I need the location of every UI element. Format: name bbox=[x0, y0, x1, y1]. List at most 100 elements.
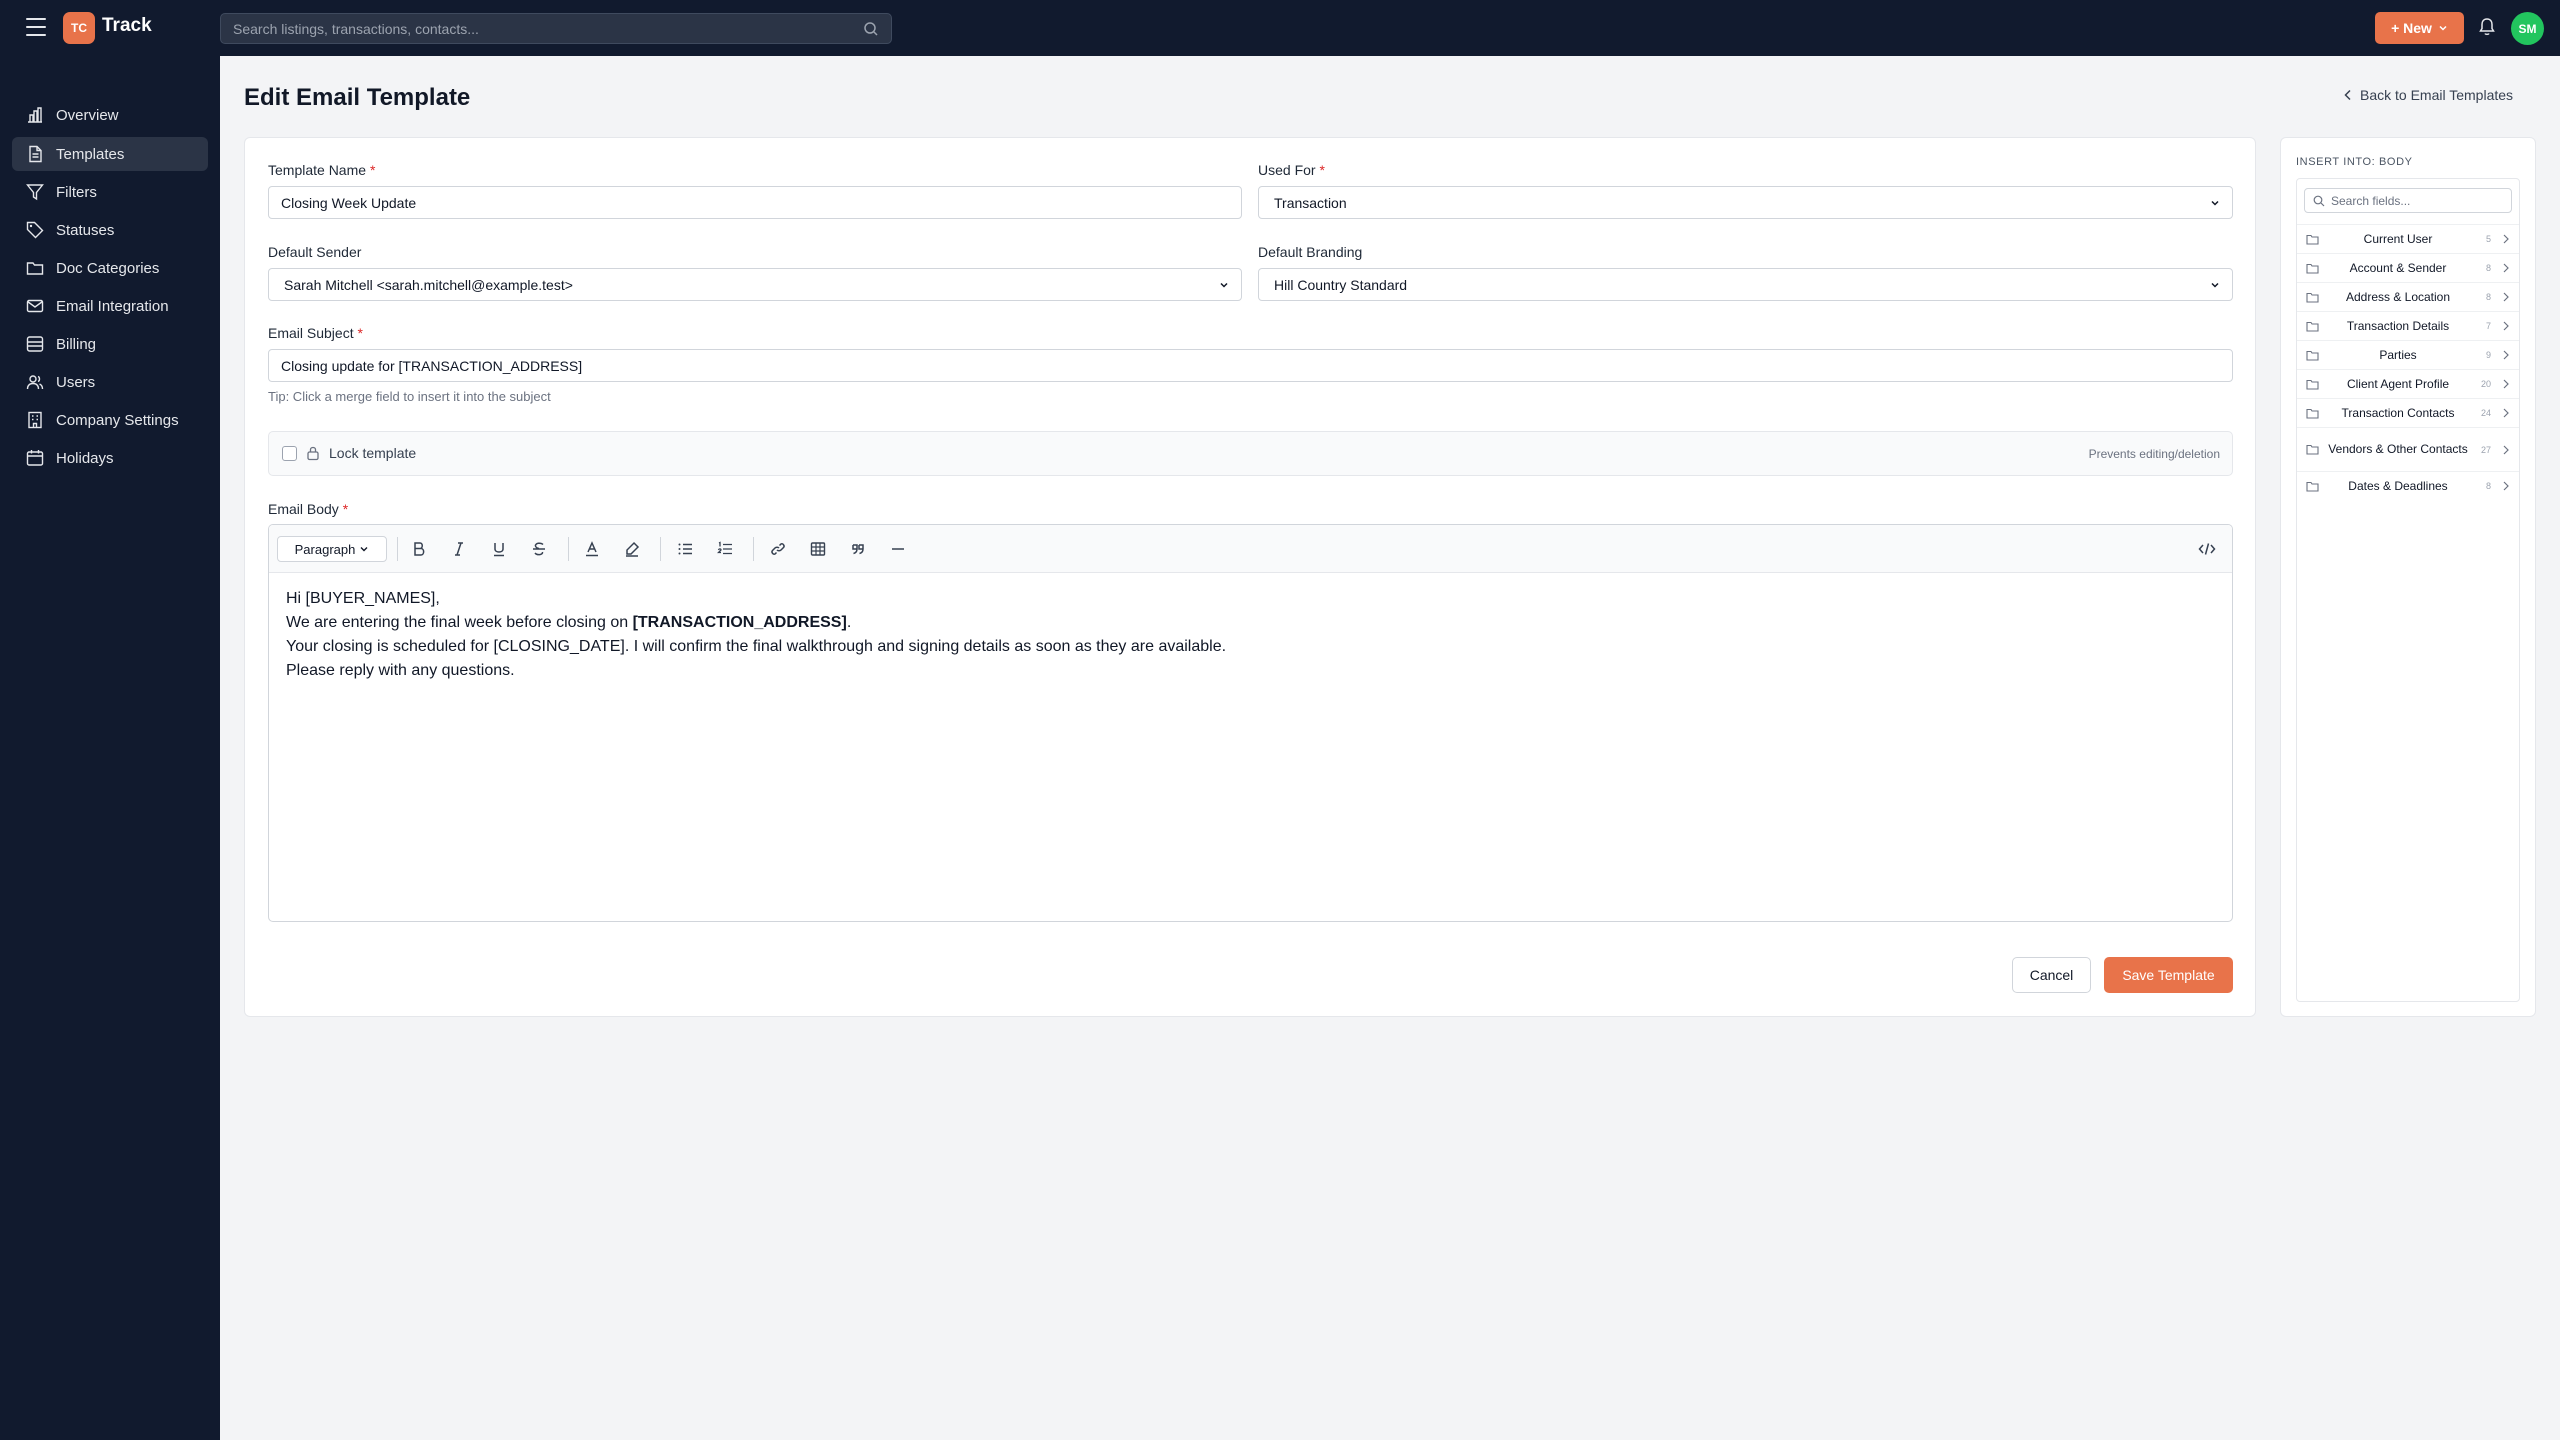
chevron-right-icon bbox=[2503, 350, 2509, 360]
default-sender-label: Default Sender bbox=[268, 244, 362, 260]
chevron-down-icon bbox=[2211, 282, 2219, 288]
table-icon bbox=[810, 542, 826, 556]
toolbar-divider bbox=[753, 537, 754, 561]
chevron-right-icon bbox=[2503, 263, 2509, 273]
field-group-row[interactable]: Client Agent Profile 20 bbox=[2297, 369, 2519, 398]
sidebar-item-doc-categories[interactable]: Doc Categories bbox=[12, 251, 208, 285]
email-body-editor: Paragraph Hi [BUYER_NAMES], We are enter… bbox=[268, 524, 2233, 922]
search-input[interactable] bbox=[221, 14, 891, 43]
used-for-value: Transaction bbox=[1274, 194, 1347, 211]
editor-toolbar: Paragraph bbox=[269, 525, 2232, 573]
lock-template-note: Prevents editing/deletion bbox=[2088, 447, 2220, 461]
field-group-count: 7 bbox=[2485, 321, 2491, 331]
chevron-down-icon bbox=[2211, 200, 2219, 206]
italic-button[interactable] bbox=[447, 537, 471, 561]
field-group-row[interactable]: Parties 9 bbox=[2297, 340, 2519, 369]
back-to-email-templates-link[interactable]: Back to Email Templates bbox=[2344, 87, 2513, 103]
global-search[interactable] bbox=[220, 13, 892, 44]
field-group-name: Parties bbox=[2379, 347, 2417, 362]
chevron-right-icon bbox=[2503, 292, 2509, 302]
field-group-name: Current User bbox=[2363, 231, 2433, 246]
horizontal-rule-icon bbox=[892, 548, 904, 550]
user-avatar[interactable]: SM bbox=[2511, 12, 2544, 45]
sidebar-item-label: Overview bbox=[56, 106, 119, 124]
folder-icon bbox=[2306, 321, 2319, 332]
lock-template-checkbox[interactable] bbox=[282, 446, 297, 461]
source-code-button[interactable] bbox=[2195, 537, 2219, 561]
default-branding-label: Default Branding bbox=[1258, 244, 1363, 260]
field-search-input[interactable] bbox=[2331, 193, 2501, 208]
bullet-list-button[interactable] bbox=[673, 537, 697, 561]
email-subject-field[interactable] bbox=[268, 349, 2233, 382]
template-name-label: Template Name * bbox=[268, 162, 375, 178]
bold-button[interactable] bbox=[407, 537, 431, 561]
field-group-row[interactable]: Vendors & Other Contacts 27 bbox=[2297, 427, 2519, 471]
field-group-count: 24 bbox=[2480, 408, 2491, 418]
field-group-name: Dates & Deadlines bbox=[2348, 478, 2448, 493]
text-color-button[interactable] bbox=[580, 537, 604, 561]
field-group-row[interactable]: Dates & Deadlines 8 bbox=[2297, 471, 2519, 500]
folder-icon bbox=[2306, 481, 2319, 492]
email-body-label: Email Body * bbox=[268, 501, 348, 517]
menu-icon[interactable] bbox=[26, 18, 46, 36]
sidebar-item-statuses[interactable]: Statuses bbox=[12, 213, 208, 247]
blockquote-button[interactable] bbox=[846, 537, 870, 561]
sidebar-item-email-integration[interactable]: Email Integration bbox=[12, 289, 208, 323]
sidebar-item-label: Holidays bbox=[56, 449, 114, 467]
field-search[interactable] bbox=[2304, 188, 2512, 213]
chevron-right-icon bbox=[2503, 481, 2509, 491]
bold-icon bbox=[414, 542, 425, 556]
strikethrough-button[interactable] bbox=[527, 537, 551, 561]
template-name-field[interactable] bbox=[268, 186, 1242, 219]
sidebar-item-users[interactable]: Users bbox=[12, 365, 208, 399]
bell-icon[interactable] bbox=[2478, 17, 2496, 37]
new-button[interactable]: + New bbox=[2375, 12, 2464, 44]
horizontal-rule-button[interactable] bbox=[886, 537, 910, 561]
bullet-list-icon bbox=[678, 543, 692, 555]
field-group-row[interactable]: Account & Sender 8 bbox=[2297, 253, 2519, 282]
underline-button[interactable] bbox=[487, 537, 511, 561]
chevron-down-icon bbox=[2439, 25, 2447, 31]
sidebar-item-label: Statuses bbox=[56, 221, 115, 239]
default-branding-select[interactable]: Hill Country Standard bbox=[1258, 268, 2233, 301]
field-group-row[interactable]: Transaction Details 7 bbox=[2297, 311, 2519, 340]
folder-icon bbox=[2306, 263, 2319, 274]
used-for-select[interactable]: Transaction bbox=[1258, 186, 2233, 219]
sidebar: Overview Templates Filters Statuses Doc … bbox=[0, 56, 220, 1440]
field-group-row[interactable]: Address & Location 8 bbox=[2297, 282, 2519, 311]
numbered-list-icon bbox=[717, 541, 732, 555]
sidebar-item-label: Company Settings bbox=[56, 411, 179, 429]
cancel-button[interactable]: Cancel bbox=[2012, 957, 2091, 993]
text-color-icon bbox=[586, 541, 598, 557]
sidebar-item-billing[interactable]: Billing bbox=[12, 327, 208, 361]
template-name-label-text: Template Name bbox=[268, 162, 367, 178]
lock-icon bbox=[307, 446, 319, 461]
app-name: Track bbox=[102, 15, 152, 36]
default-sender-select[interactable]: Sarah Mitchell <sarah.mitchell@example.t… bbox=[268, 268, 1242, 301]
sidebar-item-templates[interactable]: Templates bbox=[12, 137, 208, 171]
email-subject-input[interactable] bbox=[281, 357, 2220, 374]
paragraph-format-select[interactable]: Paragraph bbox=[277, 536, 387, 562]
link-button[interactable] bbox=[766, 537, 790, 561]
sidebar-item-filters[interactable]: Filters bbox=[12, 175, 208, 209]
numbered-list-button[interactable] bbox=[713, 537, 737, 561]
field-group-row[interactable]: Transaction Contacts 24 bbox=[2297, 398, 2519, 427]
email-body-content[interactable]: Hi [BUYER_NAMES], We are entering the fi… bbox=[286, 587, 2215, 683]
sidebar-item-overview[interactable]: Overview bbox=[12, 98, 208, 132]
table-button[interactable] bbox=[806, 537, 830, 561]
sidebar-item-label: Templates bbox=[56, 145, 125, 163]
field-group-row[interactable]: Current User 5 bbox=[2297, 224, 2519, 253]
template-name-input[interactable] bbox=[281, 194, 1229, 211]
field-group-name: Vendors & Other Contacts bbox=[2328, 442, 2468, 456]
highlight-button[interactable] bbox=[620, 537, 644, 561]
field-group-count: 27 bbox=[2480, 444, 2491, 455]
merge-field-bold: [TRANSACTION_ADDRESS] bbox=[632, 614, 847, 631]
save-template-button[interactable]: Save Template bbox=[2104, 957, 2233, 993]
sidebar-item-company-settings[interactable]: Company Settings bbox=[12, 403, 208, 437]
sidebar-item-holidays[interactable]: Holidays bbox=[12, 441, 208, 475]
field-group-name: Transaction Details bbox=[2346, 318, 2450, 333]
sidebar-item-label: Doc Categories bbox=[56, 259, 160, 277]
body-line: Please reply with any questions. bbox=[286, 662, 515, 679]
required-marker: * bbox=[1319, 162, 1325, 178]
sidebar-item-label: Billing bbox=[56, 335, 97, 353]
